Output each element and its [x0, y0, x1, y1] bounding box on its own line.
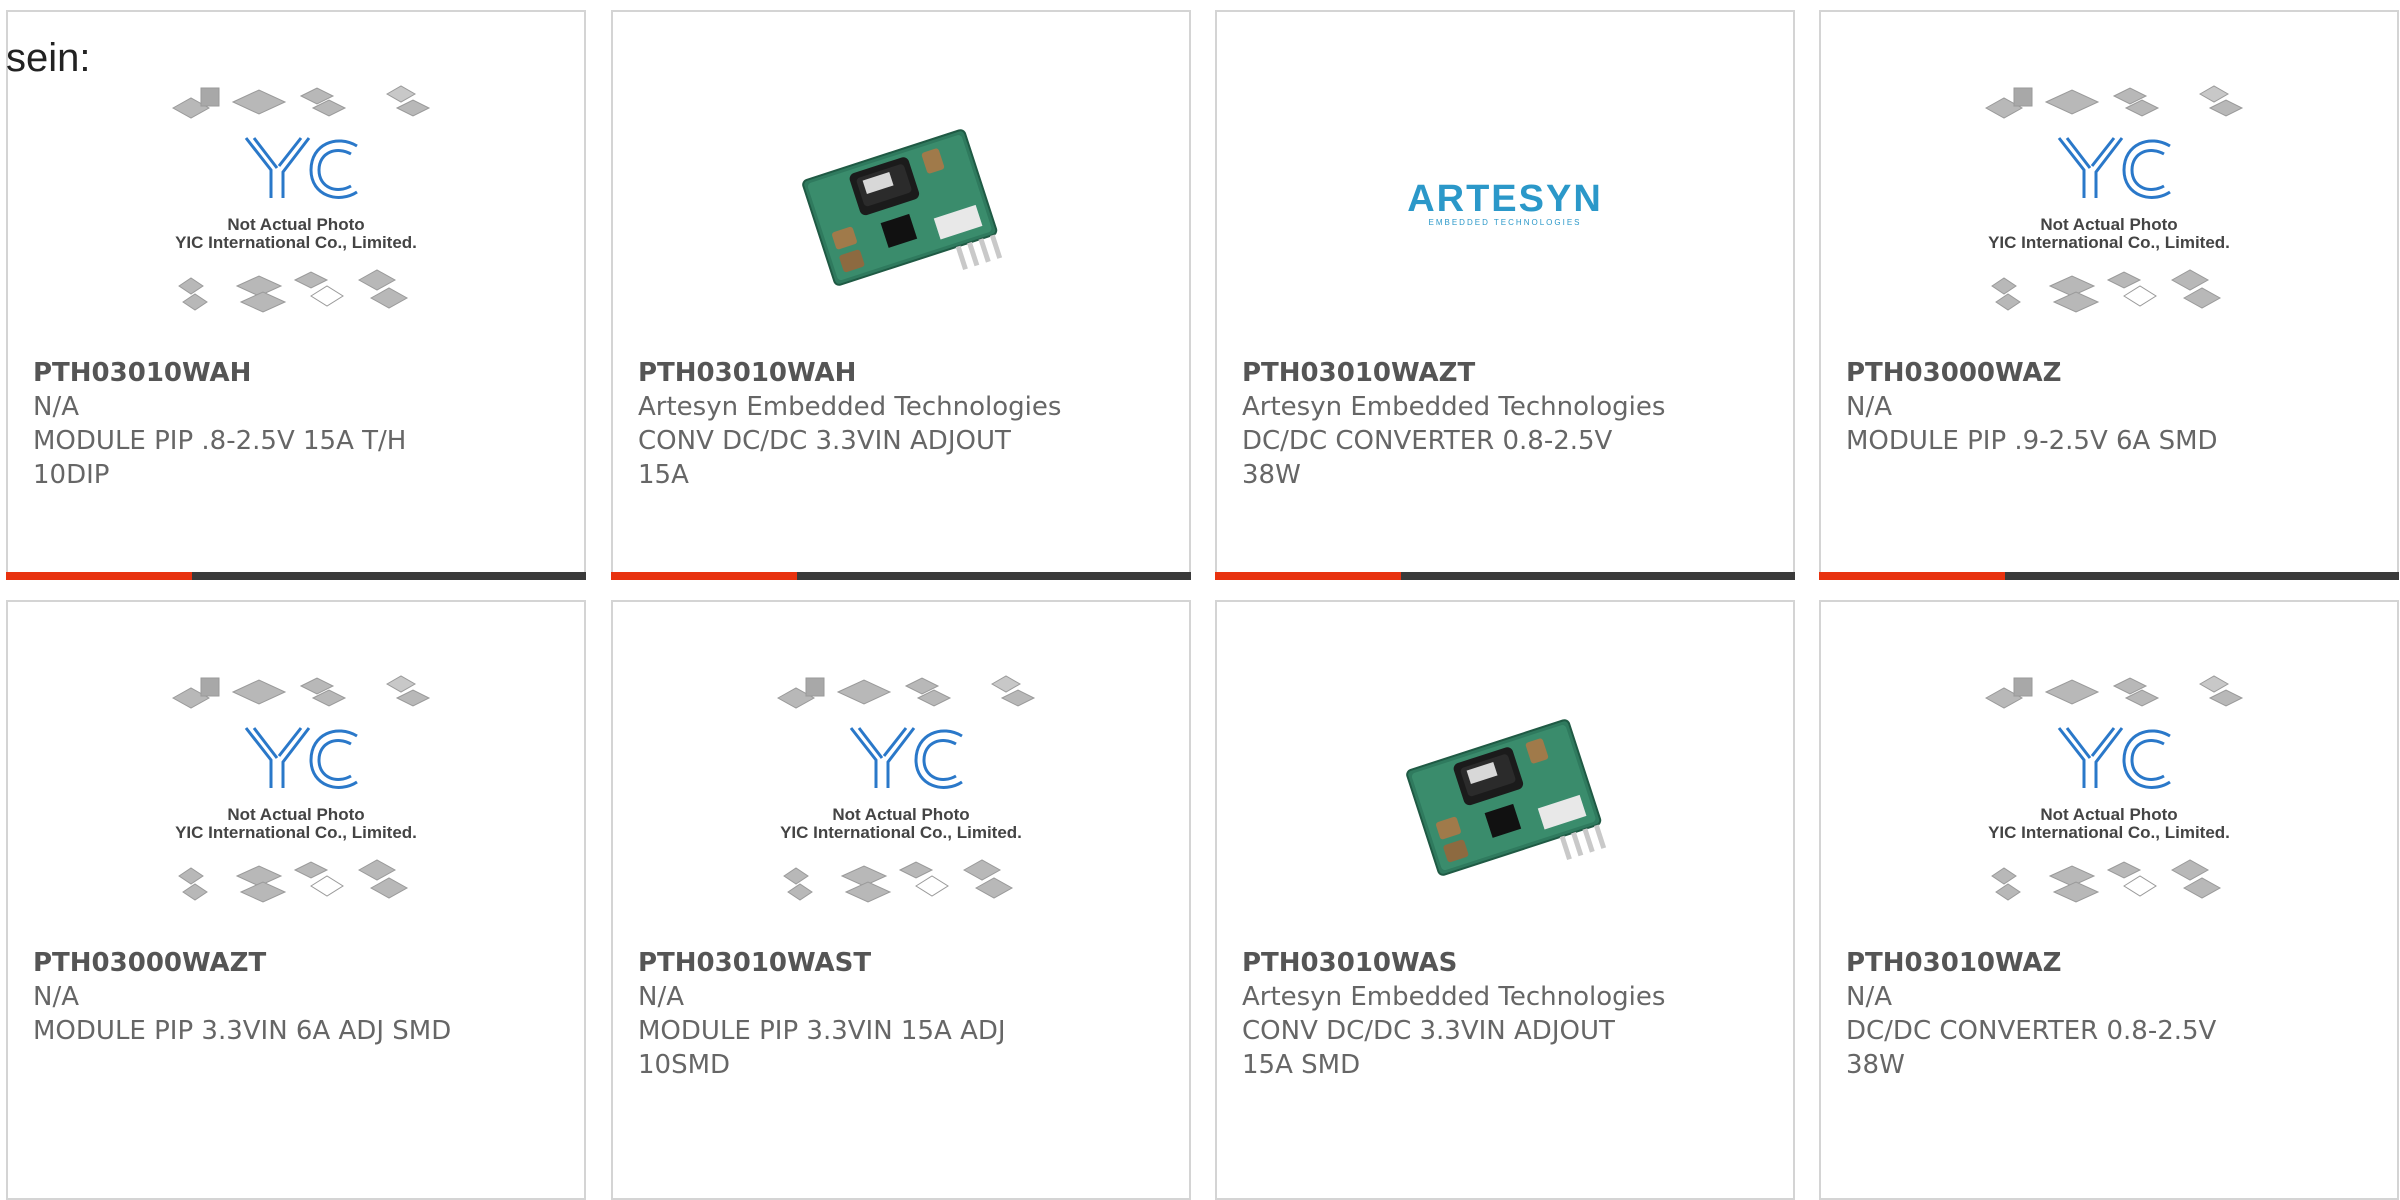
card-progress-bar [611, 572, 1191, 580]
module-photo [802, 129, 1003, 286]
product-card[interactable]: Not Actual Photo YIC International Co., … [1819, 600, 2399, 1200]
product-info: PTH03000WAZ N/A MODULE PIP .9-2.5V 6A SMD [1846, 356, 2377, 458]
product-thumbnail[interactable]: Not Actual Photo YIC International Co., … [1821, 60, 2397, 350]
product-description: MODULE PIP 3.3VIN 15A ADJ 10SMD [638, 1016, 1006, 1080]
product-card[interactable]: Not Actual Photo YIC International Co., … [6, 600, 586, 1200]
artesyn-logo-text: ARTESYN [1407, 178, 1603, 220]
product-info: PTH03010WAZT Artesyn Embedded Technologie… [1242, 356, 1773, 492]
product-info: PTH03000WAZT N/A MODULE PIP 3.3VIN 6A ADJ … [33, 946, 564, 1048]
product-part-number[interactable]: PTH03010WAZT [1242, 356, 1773, 390]
product-info: PTH03010WAH N/A MODULE PIP .8-2.5V 15A T/H… [33, 356, 564, 492]
placeholder-image: Not Actual Photo YIC International Co., … [171, 85, 431, 313]
card-progress-accent [1819, 572, 2005, 580]
placeholder-image: Not Actual Photo YIC International Co., … [1984, 675, 2244, 903]
product-description: CONV DC/DC 3.3VIN ADJOUT 15A [638, 426, 1011, 490]
product-card[interactable]: Not Actual Photo YIC International Co., … [1819, 10, 2399, 580]
product-card[interactable]: PTH03010WAH Artesyn Embedded Technologies… [611, 10, 1191, 580]
product-card[interactable]: PTH03010WAS Artesyn Embedded Technologies… [1215, 600, 1795, 1200]
product-card[interactable]: Not Actual Photo YIC International Co., … [611, 600, 1191, 1200]
card-progress-accent [6, 572, 192, 580]
product-description: DC/DC CONVERTER 0.8-2.5V 38W [1242, 426, 1613, 490]
placeholder-line2: YIC International Co., Limited. [1988, 233, 2230, 252]
placeholder-line2: YIC International Co., Limited. [780, 823, 1022, 842]
product-description: MODULE PIP .8-2.5V 15A T/H 10DIP [33, 426, 407, 490]
placeholder-image: Not Actual Photo YIC International Co., … [1984, 85, 2244, 313]
product-manufacturer: Artesyn Embedded Technologies [638, 392, 1062, 422]
product-description: CONV DC/DC 3.3VIN ADJOUT 15A SMD [1242, 1016, 1615, 1080]
placeholder-line2: YIC International Co., Limited. [175, 233, 417, 252]
card-progress-accent [1215, 572, 1401, 580]
product-info: PTH03010WAZ N/A DC/DC CONVERTER 0.8-2.5V 3… [1846, 946, 2377, 1082]
product-manufacturer: N/A [638, 982, 684, 1012]
placeholder-line1: Not Actual Photo [2040, 215, 2177, 234]
placeholder-line1: Not Actual Photo [2040, 805, 2177, 824]
product-thumbnail[interactable]: Not Actual Photo YIC International Co., … [8, 650, 584, 940]
card-progress-bar [1215, 572, 1795, 580]
product-part-number[interactable]: PTH03010WAST [638, 946, 1169, 980]
product-part-number[interactable]: PTH03010WAH [33, 356, 564, 390]
card-progress-bar [6, 572, 586, 580]
product-description: MODULE PIP .9-2.5V 6A SMD [1846, 426, 2218, 456]
module-photo [1406, 719, 1607, 876]
card-progress-accent [611, 572, 797, 580]
product-description: DC/DC CONVERTER 0.8-2.5V 38W [1846, 1016, 2217, 1080]
product-card[interactable]: ARTESYN EMBEDDED TECHNOLOGIES PTH03010WA… [1215, 10, 1795, 580]
placeholder-image: Not Actual Photo YIC International Co., … [171, 675, 431, 903]
product-manufacturer: Artesyn Embedded Technologies [1242, 392, 1666, 422]
product-part-number[interactable]: PTH03000WAZ [1846, 356, 2377, 390]
product-info: PTH03010WAST N/A MODULE PIP 3.3VIN 15A ADJ… [638, 946, 1169, 1082]
placeholder-image: Not Actual Photo YIC International Co., … [776, 675, 1036, 903]
product-thumbnail[interactable] [1217, 650, 1793, 940]
product-part-number[interactable]: PTH03010WAZ [1846, 946, 2377, 980]
placeholder-line2: YIC International Co., Limited. [1988, 823, 2230, 842]
product-thumbnail[interactable] [613, 60, 1189, 350]
product-info: PTH03010WAH Artesyn Embedded Technologies… [638, 356, 1169, 492]
product-info: PTH03010WAS Artesyn Embedded Technologies… [1242, 946, 1773, 1082]
product-manufacturer: N/A [33, 392, 79, 422]
product-part-number[interactable]: PTH03010WAS [1242, 946, 1773, 980]
product-manufacturer: N/A [1846, 392, 1892, 422]
product-manufacturer: N/A [1846, 982, 1892, 1012]
product-thumbnail[interactable]: Not Actual Photo YIC International Co., … [1821, 650, 2397, 940]
product-thumbnail[interactable]: Not Actual Photo YIC International Co., … [613, 650, 1189, 940]
product-thumbnail[interactable]: Not Actual Photo YIC International Co., … [8, 60, 584, 350]
product-description: MODULE PIP 3.3VIN 6A ADJ SMD [33, 1016, 452, 1046]
product-part-number[interactable]: PTH03000WAZT [33, 946, 564, 980]
product-thumbnail[interactable]: ARTESYN EMBEDDED TECHNOLOGIES [1217, 60, 1793, 350]
placeholder-line1: Not Actual Photo [227, 215, 364, 234]
placeholder-line1: Not Actual Photo [832, 805, 969, 824]
section-heading: sein: [6, 36, 91, 80]
product-manufacturer: Artesyn Embedded Technologies [1242, 982, 1666, 1012]
product-part-number[interactable]: PTH03010WAH [638, 356, 1169, 390]
artesyn-logo: ARTESYN EMBEDDED TECHNOLOGIES [1407, 178, 1603, 227]
card-progress-bar [1819, 572, 2399, 580]
artesyn-tagline: EMBEDDED TECHNOLOGIES [1429, 218, 1582, 227]
product-card[interactable]: Not Actual Photo YIC International Co., … [6, 10, 586, 580]
product-manufacturer: N/A [33, 982, 79, 1012]
placeholder-line2: YIC International Co., Limited. [175, 823, 417, 842]
placeholder-line1: Not Actual Photo [227, 805, 364, 824]
